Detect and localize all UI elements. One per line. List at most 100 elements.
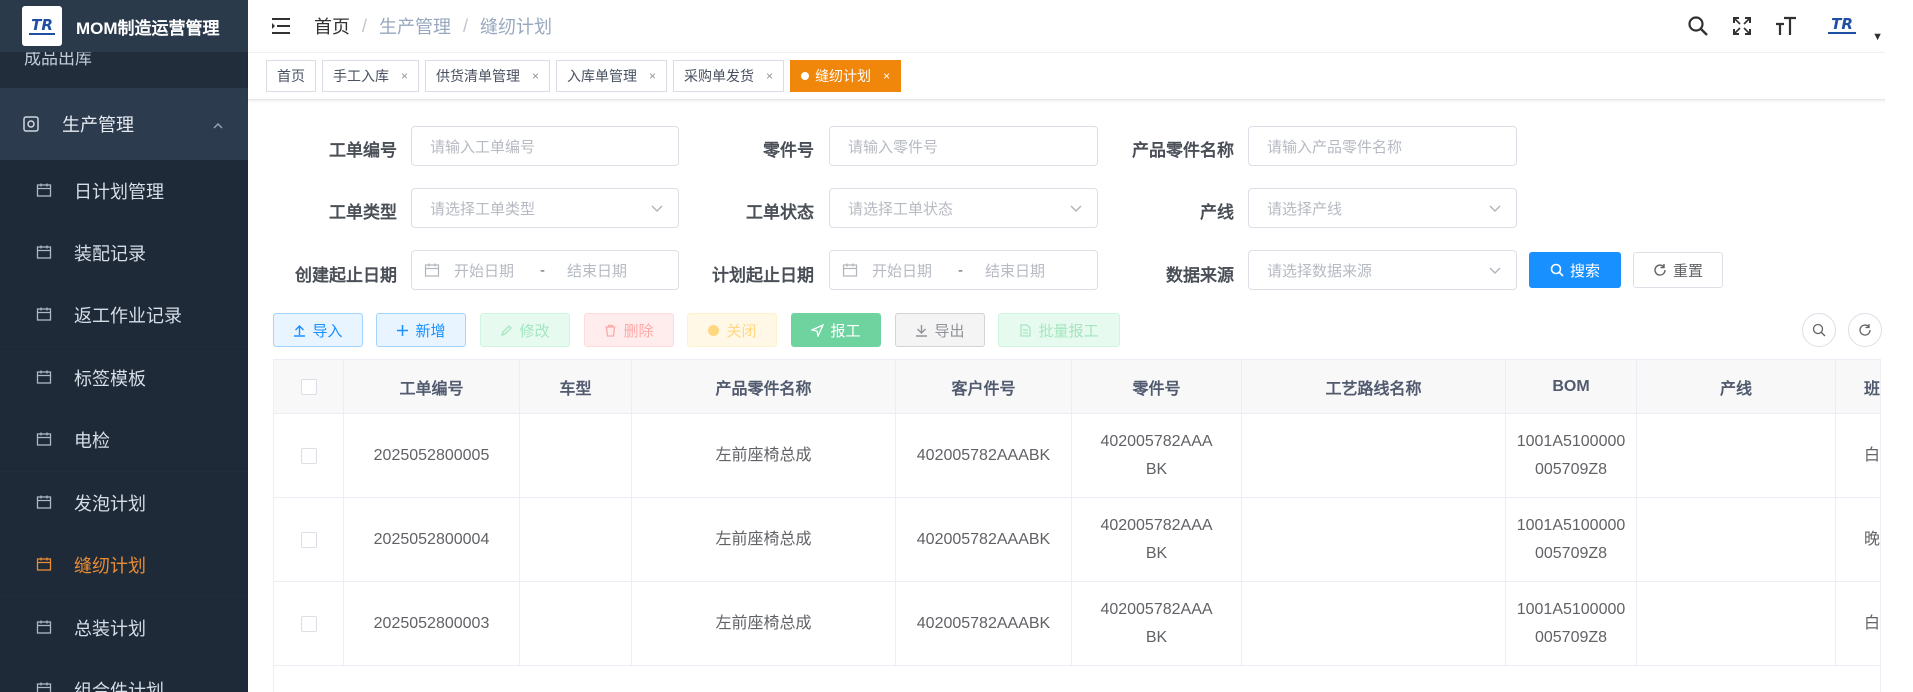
tag-label: 采购单发货 (684, 68, 755, 84)
column-header[interactable]: 产品零件名称 (632, 360, 896, 414)
column-header[interactable]: 客户件号 (896, 360, 1072, 414)
sidebar-item[interactable]: 装配记录 (0, 222, 248, 284)
table-cell: 402005782AAABK (896, 498, 1072, 581)
plan-date-end[interactable]: 结束日期 (985, 260, 1045, 281)
cell-part-no: 402005782AAABK (1100, 600, 1213, 646)
search-icon[interactable] (1686, 14, 1710, 38)
export-button[interactable]: 导出 (895, 313, 985, 347)
toggle-search-button[interactable] (1802, 313, 1836, 347)
tag-item[interactable]: 缝纫计划 × (790, 60, 902, 92)
sidebar-item-label: 电检 (74, 431, 110, 451)
column-header[interactable]: 车型 (520, 360, 632, 414)
sidebar-item[interactable]: 缝纫计划 (0, 534, 248, 596)
column-header[interactable]: 班次 (1836, 360, 1880, 414)
tag-item[interactable]: 手工入库 × (322, 60, 420, 92)
sidebar-item[interactable]: 电检 (0, 409, 248, 471)
user-avatar[interactable]: TR (1818, 6, 1866, 46)
document-icon (1019, 323, 1032, 337)
page-scrollbar[interactable] (1885, 0, 1913, 692)
sidebar-item-label: 发泡计划 (74, 494, 146, 514)
add-button[interactable]: 新增 (376, 313, 466, 347)
sidebar-item[interactable]: 组合件计划 (0, 659, 248, 692)
plan-date-start[interactable]: 开始日期 (872, 260, 932, 281)
select-all-checkbox[interactable] (300, 379, 317, 395)
product-part-name-placeholder: 请输入产品零件名称 (1267, 138, 1403, 156)
table-row[interactable]: 2025052800004 左前座椅总成 402005782AAABK 4020057… (274, 498, 1881, 582)
data-source-select[interactable]: 请选择数据来源 (1248, 250, 1517, 290)
search-button[interactable]: 搜索 (1529, 252, 1621, 288)
close-button[interactable]: 关闭 (687, 313, 777, 347)
caret-down-icon[interactable]: ▼ (1872, 31, 1883, 43)
column-header[interactable]: 工艺路线名称 (1242, 360, 1506, 414)
plan-date-range[interactable]: 开始日期 - 结束日期 (829, 250, 1098, 290)
close-icon[interactable]: × (532, 69, 539, 83)
label-work-order-status: 工单状态 (746, 203, 814, 222)
column-header[interactable]: 产线 (1637, 360, 1836, 414)
tag-item[interactable]: 供货清单管理 × (425, 60, 551, 92)
breadcrumb-separator: / (362, 15, 368, 36)
sidebar-item[interactable]: 标签模板 (0, 347, 248, 409)
table-cell: 2025052800004 (344, 498, 520, 581)
upload-icon (293, 324, 306, 337)
cell-product-name: 左前座椅总成 (715, 614, 812, 632)
edit-label: 修改 (519, 322, 550, 340)
column-header[interactable]: BOM (1506, 360, 1637, 414)
edit-icon (500, 324, 513, 337)
sidebar-item[interactable]: 总装计划 (0, 597, 248, 659)
sidebar-item[interactable]: 日计划管理 (0, 160, 248, 222)
edit-button[interactable]: 修改 (480, 313, 570, 347)
table-row[interactable]: 2025052800003 左前座椅总成 402005782AAABK 4020057… (274, 582, 1880, 666)
create-date-start[interactable]: 开始日期 (454, 260, 514, 281)
part-no-input[interactable]: 请输入零件号 (829, 126, 1098, 166)
close-icon[interactable]: × (649, 69, 656, 83)
refresh-table-button[interactable] (1848, 313, 1882, 347)
delete-label: 删除 (623, 322, 654, 340)
font-size-icon[interactable] (1774, 14, 1798, 38)
create-date-end[interactable]: 结束日期 (567, 260, 627, 281)
sidebar-item[interactable]: 发泡计划 (0, 472, 248, 534)
chevron-down-icon (1488, 263, 1502, 281)
cell-shift: 晚班 (1864, 530, 1881, 548)
cell-bom: 1001A5100000005709Z8 (1516, 432, 1626, 478)
sidebar-item[interactable]: 返工作业记录 (0, 284, 248, 346)
close-icon[interactable]: × (766, 69, 773, 83)
sidebar-group-production[interactable]: 生产管理 (0, 88, 248, 160)
product-part-name-input[interactable]: 请输入产品零件名称 (1248, 126, 1517, 166)
row-checkbox[interactable] (300, 615, 317, 632)
download-icon (915, 324, 928, 337)
hamburger-icon[interactable] (270, 15, 292, 37)
table-cell: 402005782AAABK (1072, 582, 1242, 665)
work-order-status-select[interactable]: 请选择工单状态 (829, 188, 1098, 228)
work-order-no-input[interactable]: 请输入工单编号 (411, 126, 679, 166)
cell-product-name: 左前座椅总成 (715, 530, 812, 548)
work-order-type-select[interactable]: 请选择工单类型 (411, 188, 679, 228)
table-row[interactable]: 2025052800005 左前座椅总成 402005782AAABK 4020057… (274, 414, 1880, 498)
breadcrumb-home[interactable]: 首页 (314, 13, 350, 39)
column-header[interactable]: 工单编号 (344, 360, 520, 414)
sidebar-item-label: 缝纫计划 (74, 556, 146, 576)
close-icon[interactable]: × (883, 69, 890, 83)
row-checkbox[interactable] (300, 447, 317, 464)
batch-report-button[interactable]: 批量报工 (998, 313, 1120, 347)
tag-item[interactable]: 入库单管理 × (556, 60, 668, 92)
work-order-type-placeholder: 请选择工单类型 (430, 200, 536, 218)
export-label: 导出 (934, 322, 965, 340)
delete-button[interactable]: 删除 (584, 313, 674, 347)
navbar: 首页 / 生产管理 / 缝纫计划 TR ▼ (248, 0, 1913, 52)
row-checkbox[interactable] (300, 531, 317, 548)
calendar-icon (36, 369, 54, 387)
column-header[interactable]: 零件号 (1072, 360, 1242, 414)
table-cell (1242, 498, 1506, 581)
fullscreen-icon[interactable] (1730, 14, 1754, 38)
create-date-range[interactable]: 开始日期 - 结束日期 (411, 250, 679, 290)
tag-label: 手工入库 (333, 68, 389, 84)
tag-item[interactable]: 首页 (266, 60, 316, 92)
report-button[interactable]: 报工 (791, 313, 881, 347)
line-select[interactable]: 请选择产线 (1248, 188, 1517, 228)
plus-icon (396, 324, 409, 337)
import-button[interactable]: 导入 (273, 313, 363, 347)
sidebar-item-label: 返工作业记录 (74, 306, 182, 326)
tag-item[interactable]: 采购单发货 × (673, 60, 785, 92)
close-icon[interactable]: × (401, 69, 408, 83)
reset-button[interactable]: 重置 (1633, 252, 1723, 288)
